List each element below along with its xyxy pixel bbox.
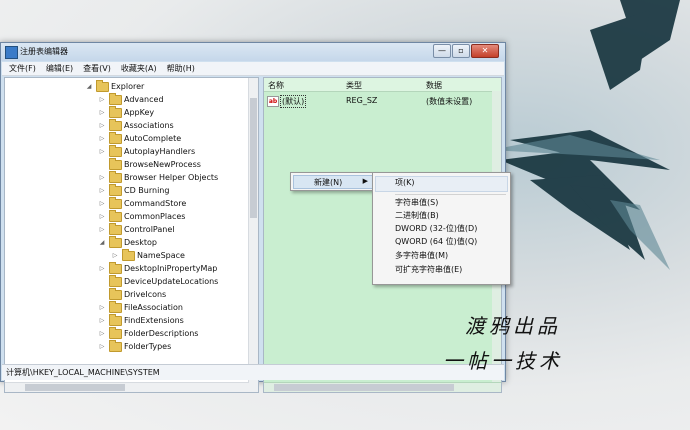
col-name[interactable]: 名称	[268, 80, 284, 91]
folder-icon	[109, 171, 122, 183]
scroll-thumb[interactable]	[274, 384, 454, 391]
table-row[interactable]: ab (默认) REG_SZ (数值未设置)	[264, 94, 501, 108]
submenu-item-expandstring[interactable]: 可扩充字符串值(E)	[395, 264, 462, 276]
folder-icon	[109, 145, 122, 157]
menu-separator	[395, 194, 506, 195]
tree-vertical-scrollbar[interactable]	[248, 78, 258, 392]
folder-icon	[109, 262, 122, 274]
folder-icon	[109, 288, 122, 300]
watermark-line2: 一帖一技术	[443, 349, 563, 373]
maximize-button[interactable]: ▫	[452, 44, 470, 58]
scroll-thumb[interactable]	[25, 384, 125, 391]
submenu-item-binary[interactable]: 二进制值(B)	[395, 210, 439, 222]
string-value-icon: ab	[267, 96, 279, 107]
menu-favorites[interactable]: 收藏夹(A)	[121, 62, 157, 75]
submenu-item-dword[interactable]: DWORD (32-位)值(D)	[395, 223, 477, 235]
window-title: 注册表编辑器	[20, 47, 68, 56]
submenu-item-key[interactable]: 项(K)	[395, 177, 415, 189]
folder-icon	[109, 106, 122, 118]
folder-icon	[109, 340, 122, 352]
folder-icon	[109, 158, 122, 170]
context-menu: 新建(N) ▶	[290, 172, 376, 191]
menu-help[interactable]: 帮助(H)	[167, 62, 195, 75]
value-data: (数值未设置)	[426, 97, 473, 106]
menu-item-new[interactable]: 新建(N) ▶	[293, 175, 373, 189]
folder-icon	[122, 249, 135, 261]
scroll-thumb[interactable]	[250, 98, 257, 218]
col-type[interactable]: 类型	[346, 80, 362, 91]
folder-icon	[109, 275, 122, 287]
menu-edit[interactable]: 编辑(E)	[46, 62, 73, 75]
close-button[interactable]: ✕	[471, 44, 499, 58]
folder-icon	[109, 132, 122, 144]
col-data[interactable]: 数据	[426, 80, 442, 91]
folder-icon	[109, 236, 122, 248]
title-bar[interactable]: 注册表编辑器 — ▫ ✕	[1, 43, 505, 61]
folder-icon	[109, 197, 122, 209]
tree-horizontal-scrollbar[interactable]	[5, 382, 249, 392]
submenu-arrow-icon: ▶	[362, 177, 368, 185]
value-name: (默认)	[280, 95, 307, 108]
folder-icon	[109, 119, 122, 131]
submenu-item-qword[interactable]: QWORD (64 位)值(Q)	[395, 236, 477, 248]
status-bar: 计算机\HKEY_LOCAL_MACHINE\SYSTEM	[2, 364, 504, 380]
folder-icon	[109, 314, 122, 326]
folder-icon	[109, 327, 122, 339]
folder-icon	[109, 223, 122, 235]
menu-file[interactable]: 文件(F)	[9, 62, 36, 75]
folder-icon	[109, 301, 122, 313]
folder-icon	[109, 184, 122, 196]
folder-icon	[109, 210, 122, 222]
key-tree: ◢ Explorer ▷ Advanced ▷ AppKey ▷ Associatio…	[4, 77, 259, 393]
new-submenu: 项(K) 字符串值(S) 二进制值(B) DWORD (32-位)值(D) QW…	[372, 172, 511, 285]
watermark-line1: 渡鸦出品	[465, 314, 561, 338]
column-headers: 名称 类型 数据	[264, 78, 501, 92]
regedit-icon	[5, 46, 18, 59]
collapse-icon[interactable]: ◢	[85, 80, 93, 93]
submenu-item-string[interactable]: 字符串值(S)	[395, 197, 438, 209]
submenu-item-multistring[interactable]: 多字符串值(M)	[395, 250, 448, 262]
folder-icon	[109, 93, 122, 105]
menu-bar: 文件(F) 编辑(E) 查看(V) 收藏夹(A) 帮助(H)	[2, 62, 504, 76]
folder-icon	[96, 80, 109, 92]
list-horizontal-scrollbar[interactable]	[264, 382, 501, 392]
value-type: REG_SZ	[346, 96, 378, 105]
minimize-button[interactable]: —	[433, 44, 451, 58]
menu-view[interactable]: 查看(V)	[83, 62, 111, 75]
